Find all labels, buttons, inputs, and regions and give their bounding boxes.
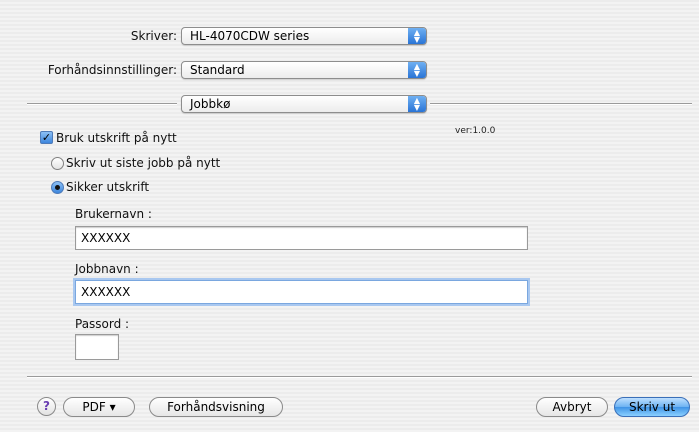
help-button[interactable]: ? bbox=[37, 397, 56, 416]
secure-print-label: Sikker utskrift bbox=[66, 180, 150, 194]
jobname-field[interactable]: XXXXXX bbox=[75, 280, 528, 304]
cancel-button[interactable]: Avbryt bbox=[536, 397, 608, 417]
password-field[interactable] bbox=[75, 334, 119, 360]
presets-value: Standard bbox=[190, 63, 245, 77]
checkmark-icon: ✓ bbox=[41, 131, 52, 144]
secure-print-radio[interactable] bbox=[51, 181, 64, 194]
separator-right bbox=[430, 103, 692, 104]
presets-label: Forhåndsinnstillinger: bbox=[47, 63, 177, 77]
presets-popup[interactable]: Standard ▲ ▼ bbox=[181, 61, 427, 79]
username-label: Brukernavn : bbox=[75, 207, 152, 221]
username-field[interactable]: XXXXXX bbox=[75, 226, 528, 250]
popup-arrows-icon: ▲ ▼ bbox=[408, 96, 426, 112]
reprint-last-job-radio[interactable] bbox=[51, 157, 64, 170]
jobname-label: Jobbnavn : bbox=[75, 262, 139, 276]
printer-value: HL-4070CDW series bbox=[190, 29, 310, 43]
popup-arrows-icon: ▲ ▼ bbox=[408, 28, 426, 44]
panel-popup[interactable]: Jobbkø ▲ ▼ bbox=[181, 95, 427, 113]
separator-left bbox=[27, 103, 177, 104]
reprint-checkbox[interactable]: ✓ bbox=[40, 131, 53, 144]
pdf-button[interactable]: PDF ▾ bbox=[63, 397, 135, 417]
printer-popup[interactable]: HL-4070CDW series ▲ ▼ bbox=[181, 27, 427, 45]
radio-dot-icon bbox=[55, 185, 60, 190]
popup-arrows-icon: ▲ ▼ bbox=[408, 62, 426, 78]
password-label: Passord : bbox=[75, 317, 130, 331]
print-button[interactable]: Skriv ut bbox=[614, 397, 690, 417]
reprint-last-job-label: Skriv ut siste jobb på nytt bbox=[66, 156, 221, 170]
footer-separator bbox=[27, 376, 692, 377]
reprint-label: Bruk utskrift på nytt bbox=[56, 131, 177, 145]
version-label: ver:1.0.0 bbox=[455, 126, 496, 136]
panel-value: Jobbkø bbox=[190, 97, 231, 111]
printer-label: Skriver: bbox=[130, 29, 177, 43]
preview-button[interactable]: Forhåndsvisning bbox=[149, 397, 283, 417]
